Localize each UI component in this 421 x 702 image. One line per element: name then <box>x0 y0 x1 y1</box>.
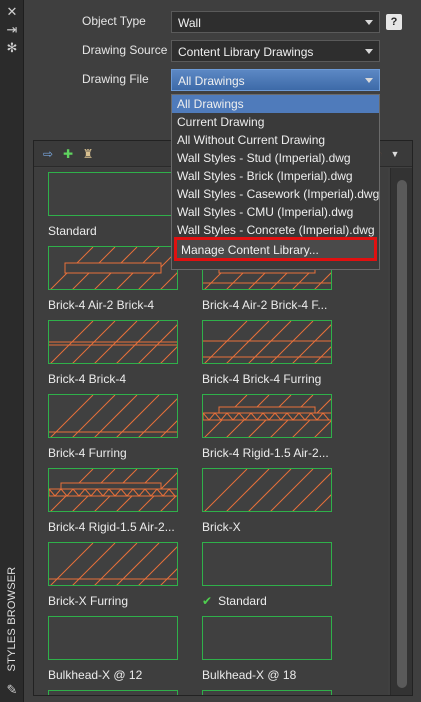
style-tile[interactable]: Standard <box>48 172 180 238</box>
style-tile[interactable]: ✔ Standard <box>202 542 334 608</box>
object-type-select[interactable]: Wall <box>171 11 380 33</box>
style-name: ✔ Standard <box>202 594 334 608</box>
style-tile[interactable]: Brick-4 Air-2 Brick-4 <box>48 246 180 312</box>
drawing-file-row: Drawing File All Drawings <box>24 69 421 91</box>
vertical-scrollbar[interactable] <box>390 168 412 695</box>
wall-hatch-preview <box>49 543 177 585</box>
style-tile[interactable]: Bulkhead-X @ 12 <box>48 616 180 682</box>
style-thumbnail <box>202 616 332 660</box>
dropdown-option[interactable]: All Without Current Drawing <box>172 131 379 149</box>
object-type-value: Wall <box>178 16 201 30</box>
style-tile[interactable] <box>202 690 334 695</box>
style-tile[interactable]: Brick-4 Furring <box>48 394 180 460</box>
chevron-down-icon[interactable]: ▼ <box>387 146 403 162</box>
style-name: Brick-4 Rigid-1.5 Air-2... <box>48 520 175 534</box>
dropdown-option[interactable]: Wall Styles - Casework (Imperial).dwg <box>172 185 379 203</box>
drawing-source-select[interactable]: Content Library Drawings <box>171 40 380 62</box>
style-thumbnail <box>48 616 178 660</box>
style-thumbnail <box>202 542 332 586</box>
style-name: Brick-4 Brick-4 <box>48 372 127 386</box>
chevron-down-icon <box>365 78 373 83</box>
style-tile[interactable]: Brick-4 Rigid-1.5 Air-2... <box>202 394 334 460</box>
import-arrow-icon[interactable]: ⇨ <box>40 146 56 162</box>
style-thumbnail <box>202 320 332 364</box>
style-name: Brick-4 Rigid-1.5 Air-2... <box>202 446 329 460</box>
manage-content-library-label: Manage Content Library... <box>181 243 319 257</box>
add-icon[interactable]: ✚ <box>60 146 76 162</box>
style-name: Brick-4 Air-2 Brick-4 F... <box>202 298 328 312</box>
edit-icon[interactable]: ✎ <box>4 682 20 698</box>
style-tile[interactable]: Brick-4 Brick-4 <box>48 320 180 386</box>
wall-hatch-preview <box>204 469 331 511</box>
style-thumbnail <box>202 394 332 438</box>
style-tile[interactable]: Bulkhead-X @ 18 <box>202 616 334 682</box>
style-tile[interactable]: Brick-X <box>202 468 334 534</box>
help-icon[interactable]: ? <box>386 14 402 30</box>
drawing-file-dropdown: All Drawings Current Drawing All Without… <box>171 94 380 270</box>
style-thumbnail <box>48 690 178 695</box>
style-tile[interactable]: Brick-4 Rigid-1.5 Air-2... <box>48 468 180 534</box>
object-type-label: Object Type <box>82 14 146 28</box>
style-thumbnail <box>48 320 178 364</box>
style-name-text: Standard <box>218 594 267 608</box>
style-thumbnail <box>48 542 178 586</box>
style-tile[interactable]: Brick-X Furring <box>48 542 180 608</box>
style-name: Standard <box>48 224 97 238</box>
wall-hatch-preview <box>49 321 177 363</box>
chevron-down-icon <box>365 49 373 54</box>
style-name: Bulkhead-X @ 18 <box>202 668 297 682</box>
purge-brush-icon[interactable]: ♜ <box>80 146 96 162</box>
drawing-file-select[interactable]: All Drawings <box>171 69 380 91</box>
style-name: Brick-4 Furring <box>48 446 127 460</box>
palette-title: STYLES BROWSER <box>6 566 18 672</box>
dropdown-option[interactable]: Current Drawing <box>172 113 379 131</box>
settings-icon[interactable]: ✻ <box>4 40 20 56</box>
style-name: Bulkhead-X @ 12 <box>48 668 143 682</box>
drawing-source-row: Drawing Source Content Library Drawings <box>24 40 421 62</box>
style-name: Brick-X <box>202 520 241 534</box>
style-tile[interactable] <box>48 690 180 695</box>
drawing-file-value: All Drawings <box>178 74 245 88</box>
style-name: Brick-X Furring <box>48 594 129 608</box>
object-type-row: Object Type Wall <box>24 11 421 33</box>
style-tile[interactable]: Brick-4 Brick-4 Furring <box>202 320 334 386</box>
drawing-file-label: Drawing File <box>82 72 149 86</box>
wall-hatch-preview <box>203 321 331 363</box>
chevron-down-icon <box>365 20 373 25</box>
wall-hatch-preview <box>203 395 331 437</box>
style-thumbnail <box>202 690 332 695</box>
style-thumbnail <box>48 246 178 290</box>
style-thumbnail <box>48 394 178 438</box>
pin-icon[interactable]: ⇥ <box>4 22 20 38</box>
wall-hatch-preview <box>50 247 177 289</box>
styles-browser-panel: Object Type Wall ? Drawing Source Conten… <box>24 0 421 702</box>
dropdown-option[interactable]: Wall Styles - Stud (Imperial).dwg <box>172 149 379 167</box>
drawing-source-value: Content Library Drawings <box>178 45 314 59</box>
dropdown-option[interactable]: Wall Styles - CMU (Imperial).dwg <box>172 203 379 221</box>
style-thumbnail <box>48 468 178 512</box>
manage-content-library-item[interactable]: Manage Content Library... <box>174 237 377 261</box>
style-thumbnail <box>48 172 178 216</box>
wall-hatch-preview <box>49 469 177 511</box>
style-name: Brick-4 Brick-4 Furring <box>202 372 322 386</box>
wall-hatch-preview <box>49 395 177 437</box>
palette-titlebar: ✕ ⇥ ✻ STYLES BROWSER ✎ <box>0 0 24 702</box>
dropdown-option[interactable]: Wall Styles - Brick (Imperial).dwg <box>172 167 379 185</box>
close-icon[interactable]: ✕ <box>4 4 20 20</box>
dropdown-option[interactable]: All Drawings <box>172 95 379 113</box>
style-thumbnail <box>202 468 332 512</box>
drawing-source-label: Drawing Source <box>82 43 168 57</box>
current-style-check-icon: ✔ <box>202 594 213 608</box>
style-name: Brick-4 Air-2 Brick-4 <box>48 298 155 312</box>
scrollbar-thumb[interactable] <box>397 180 407 688</box>
